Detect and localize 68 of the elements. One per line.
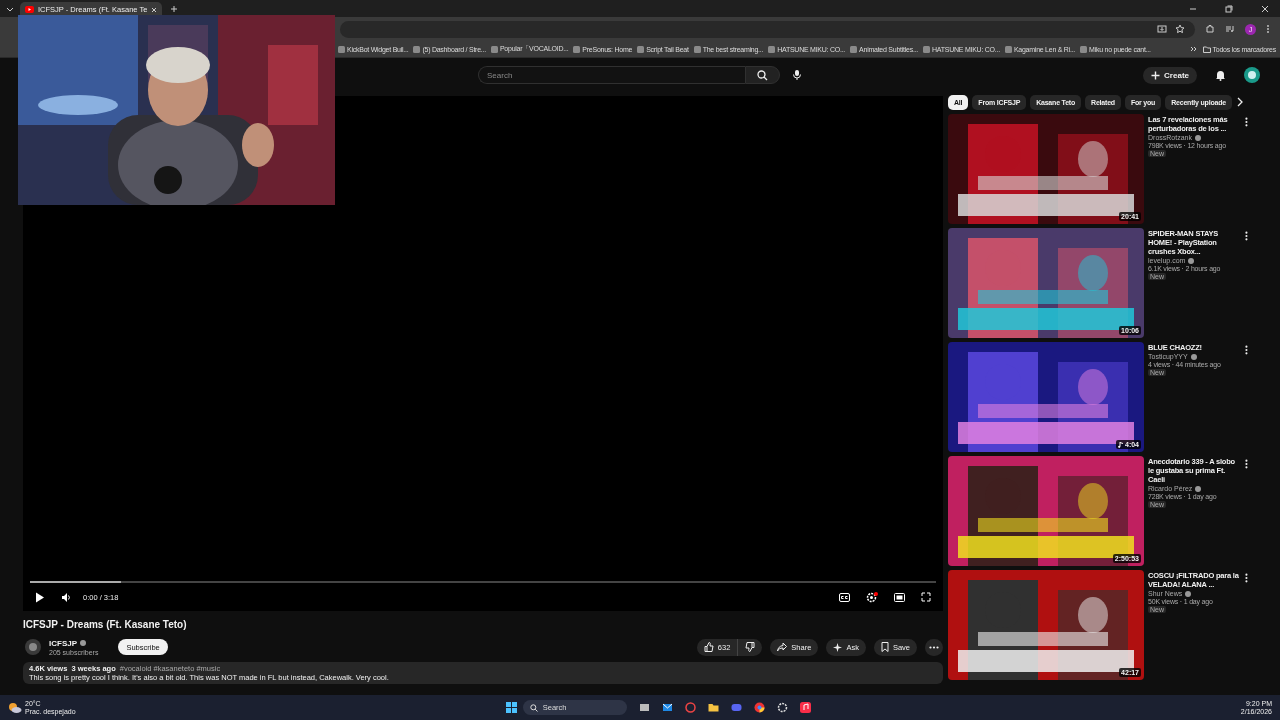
chevron-icon[interactable] [1189, 45, 1198, 53]
page-icon [637, 45, 645, 53]
page-icon [1004, 45, 1012, 53]
verified-icon [1190, 353, 1197, 360]
music-note-icon [1118, 441, 1123, 448]
close-icon[interactable] [151, 6, 158, 13]
page-icon [693, 45, 701, 53]
video-title: ICFSJP - Dreams (Ft. Kasane Teto) [23, 619, 188, 630]
page-icon [850, 45, 858, 53]
mail-icon[interactable] [661, 702, 673, 713]
weather-icon[interactable] [8, 701, 22, 714]
microphone-icon[interactable] [792, 69, 802, 81]
page-icon [413, 45, 421, 53]
restore-icon[interactable] [1224, 3, 1234, 14]
folder-icon[interactable] [707, 702, 719, 713]
new-tab-icon[interactable] [170, 4, 179, 13]
verified-icon [1188, 257, 1195, 264]
search-icon [757, 69, 768, 81]
search-button[interactable] [745, 66, 780, 84]
chevron-right-icon[interactable] [1235, 97, 1244, 107]
folder-icon [1202, 45, 1211, 53]
chat-icon[interactable] [730, 702, 742, 713]
browser-icon[interactable] [753, 702, 765, 713]
page-icon [490, 45, 498, 53]
verified-icon [80, 640, 86, 646]
more-icon[interactable] [1245, 573, 1248, 583]
circle-icon[interactable] [684, 702, 696, 713]
bookmark-icon [880, 642, 889, 652]
page-icon [768, 45, 776, 53]
verified-icon [1194, 134, 1201, 141]
volume-icon[interactable] [61, 591, 71, 603]
video-play-icon [25, 6, 34, 13]
extensions-icon[interactable] [1205, 24, 1215, 34]
theater-icon[interactable] [894, 592, 905, 602]
music-icon[interactable] [799, 702, 811, 713]
star-icon[interactable] [1175, 24, 1185, 34]
channel-avatar[interactable] [1244, 67, 1260, 83]
channel-name[interactable]: ICFSJP [49, 638, 77, 648]
play-icon[interactable] [35, 591, 45, 603]
captions-icon[interactable] [839, 592, 850, 602]
plus-icon [1151, 70, 1161, 80]
window-icon[interactable] [638, 702, 650, 713]
page-icon [923, 45, 931, 53]
search-field[interactable]: Search [478, 66, 745, 84]
settings-icon[interactable] [866, 591, 878, 603]
more-icon[interactable] [1245, 345, 1248, 355]
verified-icon [1185, 590, 1192, 597]
page-icon [338, 45, 345, 53]
fullscreen-icon[interactable] [921, 592, 931, 602]
more-icon[interactable] [1245, 231, 1248, 241]
verified-icon [1195, 485, 1202, 492]
page-icon [1080, 45, 1088, 53]
close-icon[interactable] [1260, 3, 1270, 14]
windows-icon[interactable] [505, 702, 517, 713]
install-icon[interactable] [1157, 24, 1167, 34]
bell-icon[interactable] [1215, 69, 1226, 81]
thumbs-down-icon [745, 642, 756, 652]
more-icon[interactable] [1245, 459, 1248, 469]
share-icon [777, 642, 788, 652]
search-icon [529, 703, 538, 712]
more-button[interactable] [925, 638, 943, 656]
thumbs-up-icon [703, 642, 714, 652]
sparkle-icon [833, 642, 843, 652]
create-button[interactable]: Create [1143, 66, 1197, 84]
more-icon[interactable] [1245, 117, 1248, 127]
menu-icon[interactable] [1266, 24, 1270, 34]
more-icon [929, 645, 939, 649]
page-icon [573, 45, 581, 53]
